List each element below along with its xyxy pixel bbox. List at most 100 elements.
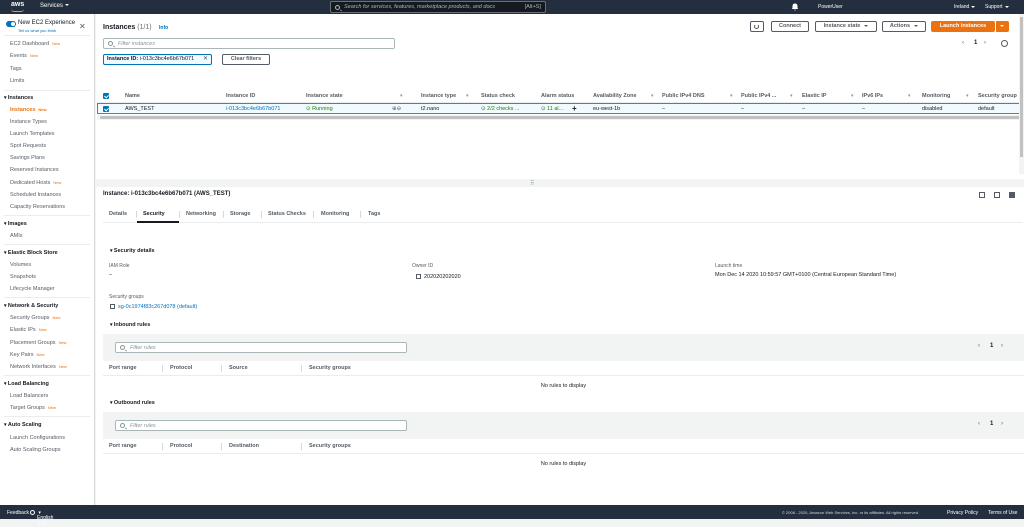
- tab-tags[interactable]: Tags: [368, 211, 380, 217]
- sidebar-item-limits[interactable]: Limits: [10, 78, 24, 84]
- sidebar-section-network-security[interactable]: Network & Security: [4, 303, 58, 309]
- aws-logo[interactable]: aws: [10, 1, 32, 13]
- terms-of-use-link[interactable]: Terms of Use: [988, 510, 1017, 516]
- sidebar-item-instance-types[interactable]: Instance Types: [10, 119, 47, 125]
- clear-filters-button[interactable]: Clear filters: [222, 54, 270, 65]
- sidebar-item-load-balancers[interactable]: Load Balancers: [10, 393, 48, 399]
- zoom-icons[interactable]: ⊕⊖: [392, 104, 401, 114]
- sidebar-item-events[interactable]: Events New: [10, 53, 38, 59]
- prev-page-icon[interactable]: ‹: [978, 343, 980, 349]
- new-experience-toggle[interactable]: [6, 21, 16, 27]
- info-link[interactable]: Info: [159, 25, 168, 31]
- services-menu[interactable]: Services: [40, 3, 70, 9]
- sidebar-item-reserved-instances[interactable]: Reserved Instances: [10, 167, 59, 173]
- region-selector[interactable]: Ireland: [954, 4, 976, 10]
- tab-status-checks[interactable]: Status Checks: [268, 211, 306, 217]
- select-all-checkbox[interactable]: [103, 93, 109, 99]
- maximize-icon[interactable]: [1009, 192, 1015, 198]
- support-menu[interactable]: Support: [985, 4, 1009, 10]
- next-page-icon[interactable]: ›: [1001, 421, 1003, 427]
- sort-icon[interactable]: ▾: [466, 90, 469, 103]
- sort-icon[interactable]: ▾: [966, 90, 969, 103]
- sidebar-item-elastic-ips[interactable]: Elastic IPs New: [10, 327, 47, 333]
- feedback-button[interactable]: Feedback: [7, 510, 29, 516]
- column-header-public-dns[interactable]: Public IPv4 DNS: [662, 90, 705, 103]
- tab-security[interactable]: Security: [143, 211, 165, 217]
- instance-state-button[interactable]: Instance state: [815, 21, 877, 32]
- launch-instances-button[interactable]: Launch instances: [931, 21, 995, 32]
- column-header-monitoring[interactable]: Monitoring: [922, 90, 950, 103]
- copy-icon[interactable]: [416, 274, 421, 280]
- sort-icon[interactable]: ▾: [851, 90, 854, 103]
- page-number[interactable]: 1: [974, 40, 977, 46]
- connect-button[interactable]: Connect: [771, 21, 809, 32]
- sidebar-item-security-groups[interactable]: Security Groups New: [10, 315, 60, 321]
- page-number[interactable]: 1: [990, 421, 993, 427]
- sidebar-section-instances[interactable]: Instances: [4, 95, 33, 101]
- sidebar-item-spot-requests[interactable]: Spot Requests: [10, 143, 46, 149]
- column-header-instance-state[interactable]: Instance state: [306, 90, 343, 103]
- security-group-link[interactable]: sg-0c1974f83c267d078 (default): [118, 304, 197, 310]
- column-header-instance-id[interactable]: Instance ID: [226, 90, 255, 103]
- sidebar-item-auto-scaling-groups[interactable]: Auto Scaling Groups: [10, 447, 60, 453]
- copy-icon[interactable]: [110, 304, 115, 310]
- sidebar-item-lifecycle-manager[interactable]: Lifecycle Manager: [10, 286, 55, 292]
- column-header-status-check[interactable]: Status check: [481, 90, 515, 103]
- column-header-name[interactable]: Name: [125, 90, 140, 103]
- sidebar-item-placement-groups[interactable]: Placement Groups New: [10, 340, 67, 346]
- sidebar-item-savings-plans[interactable]: Savings Plans: [10, 155, 45, 161]
- column-header-availability-zone[interactable]: Availability Zone: [593, 90, 637, 103]
- column-header-alarm-status[interactable]: Alarm status: [541, 90, 574, 103]
- sidebar-item-capacity-reservations[interactable]: Capacity Reservations: [10, 204, 65, 210]
- column-header-elastic-ip[interactable]: Elastic IP: [802, 90, 826, 103]
- column-header-instance-type[interactable]: Instance type: [421, 90, 456, 103]
- prev-page-icon[interactable]: ‹: [962, 40, 964, 46]
- sidebar-item-snapshots[interactable]: Snapshots: [10, 274, 36, 280]
- inbound-filter-input[interactable]: Filter rules: [115, 342, 407, 353]
- security-details-section[interactable]: Security details: [110, 248, 155, 254]
- outbound-rules-section[interactable]: Outbound rules: [110, 400, 155, 406]
- inbound-rules-section[interactable]: Inbound rules: [110, 322, 150, 328]
- global-search-input[interactable]: Search for services, features, marketpla…: [330, 1, 546, 13]
- sidebar-item-volumes[interactable]: Volumes: [10, 262, 31, 268]
- user-menu[interactable]: PowerUser: [818, 4, 843, 10]
- instance-id-link[interactable]: i-013c3bc4e6b67b071: [226, 104, 280, 114]
- sort-icon[interactable]: ▾: [400, 90, 403, 103]
- column-header-public-ipv4[interactable]: Public IPv4 ...: [741, 90, 776, 103]
- tab-storage[interactable]: Storage: [230, 211, 250, 217]
- sort-icon[interactable]: ▾: [730, 90, 733, 103]
- page-number[interactable]: 1: [990, 343, 993, 349]
- sidebar-item-key-pairs[interactable]: Key Pairs New: [10, 352, 45, 358]
- sidebar-item-ec2-dashboard[interactable]: EC2 Dashboard New: [10, 41, 60, 47]
- sidebar-item-network-interfaces[interactable]: Network Interfaces New: [10, 364, 67, 370]
- next-page-icon[interactable]: ›: [1001, 343, 1003, 349]
- launch-options-dropdown[interactable]: [995, 21, 1009, 32]
- gear-icon[interactable]: [1001, 40, 1008, 47]
- sort-icon[interactable]: ▾: [908, 90, 911, 103]
- sidebar-section-ebs[interactable]: Elastic Block Store: [4, 250, 58, 256]
- close-icon[interactable]: ✕: [79, 22, 86, 31]
- next-page-icon[interactable]: ›: [984, 40, 986, 46]
- actions-button[interactable]: Actions: [882, 21, 926, 32]
- feedback-link[interactable]: Tell us what you think: [18, 28, 56, 33]
- sidebar-item-launch-templates[interactable]: Launch Templates: [10, 131, 55, 137]
- sidebar-item-scheduled-instances[interactable]: Scheduled Instances: [10, 192, 61, 198]
- refresh-button[interactable]: [750, 21, 764, 32]
- sidebar-item-dedicated-hosts[interactable]: Dedicated Hosts New: [10, 180, 61, 186]
- sort-icon[interactable]: ▾: [790, 90, 793, 103]
- scrollbar-thumb[interactable]: [100, 116, 1020, 119]
- language-selector[interactable]: English (US) ▾: [30, 510, 53, 527]
- close-icon[interactable]: ✕: [203, 55, 208, 64]
- drag-handle-icon[interactable]: ⠿: [530, 180, 534, 187]
- split-side-icon[interactable]: [994, 192, 1000, 198]
- sidebar-item-launch-configurations[interactable]: Launch Configurations: [10, 435, 65, 441]
- sort-icon[interactable]: ▾: [651, 90, 654, 103]
- tab-details[interactable]: Details: [109, 211, 127, 217]
- sidebar-section-images[interactable]: Images: [4, 221, 27, 227]
- column-header-security-group[interactable]: Security group: [978, 90, 1017, 103]
- prev-page-icon[interactable]: ‹: [978, 421, 980, 427]
- panel-resize-handle[interactable]: ⠿: [96, 179, 1024, 187]
- tab-monitoring[interactable]: Monitoring: [321, 211, 349, 217]
- split-bottom-icon[interactable]: [979, 192, 985, 198]
- filter-instances-input[interactable]: Filter instances: [103, 38, 395, 49]
